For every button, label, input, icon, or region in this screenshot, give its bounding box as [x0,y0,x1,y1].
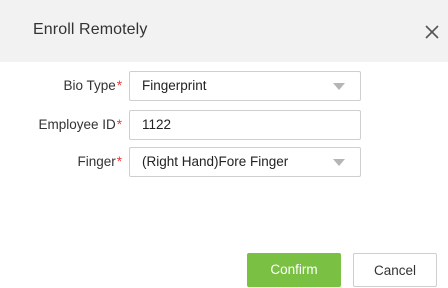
bio-type-label: Bio Type* [63,71,122,101]
required-mark: * [116,78,122,93]
bio-type-select[interactable]: Fingerprint [129,71,361,101]
employee-id-input[interactable]: 1122 [129,110,361,140]
required-mark: * [116,117,122,132]
finger-value: (Right Hand)Fore Finger [142,154,289,169]
finger-row: Finger* (Right Hand)Fore Finger [0,147,448,177]
cancel-button[interactable]: Cancel [353,253,437,287]
employee-id-value: 1122 [142,117,172,132]
confirm-button[interactable]: Confirm [247,253,341,287]
employee-id-label-text: Employee ID [38,117,116,132]
bio-type-label-text: Bio Type [63,78,116,93]
close-icon[interactable] [423,23,441,41]
employee-id-label: Employee ID* [38,110,122,140]
chevron-down-icon [333,159,345,166]
employee-id-row: Employee ID* 1122 [0,110,448,140]
enroll-remotely-dialog: Enroll Remotely Bio Type* Fingerprint Em… [0,0,448,287]
finger-select[interactable]: (Right Hand)Fore Finger [129,147,361,177]
chevron-down-icon [333,83,345,90]
finger-label-text: Finger [77,154,116,169]
bio-type-row: Bio Type* Fingerprint [0,71,448,101]
dialog-header: Enroll Remotely [0,0,448,62]
bio-type-value: Fingerprint [142,78,207,93]
required-mark: * [116,154,122,169]
finger-label: Finger* [77,147,122,177]
dialog-title: Enroll Remotely [33,21,148,38]
